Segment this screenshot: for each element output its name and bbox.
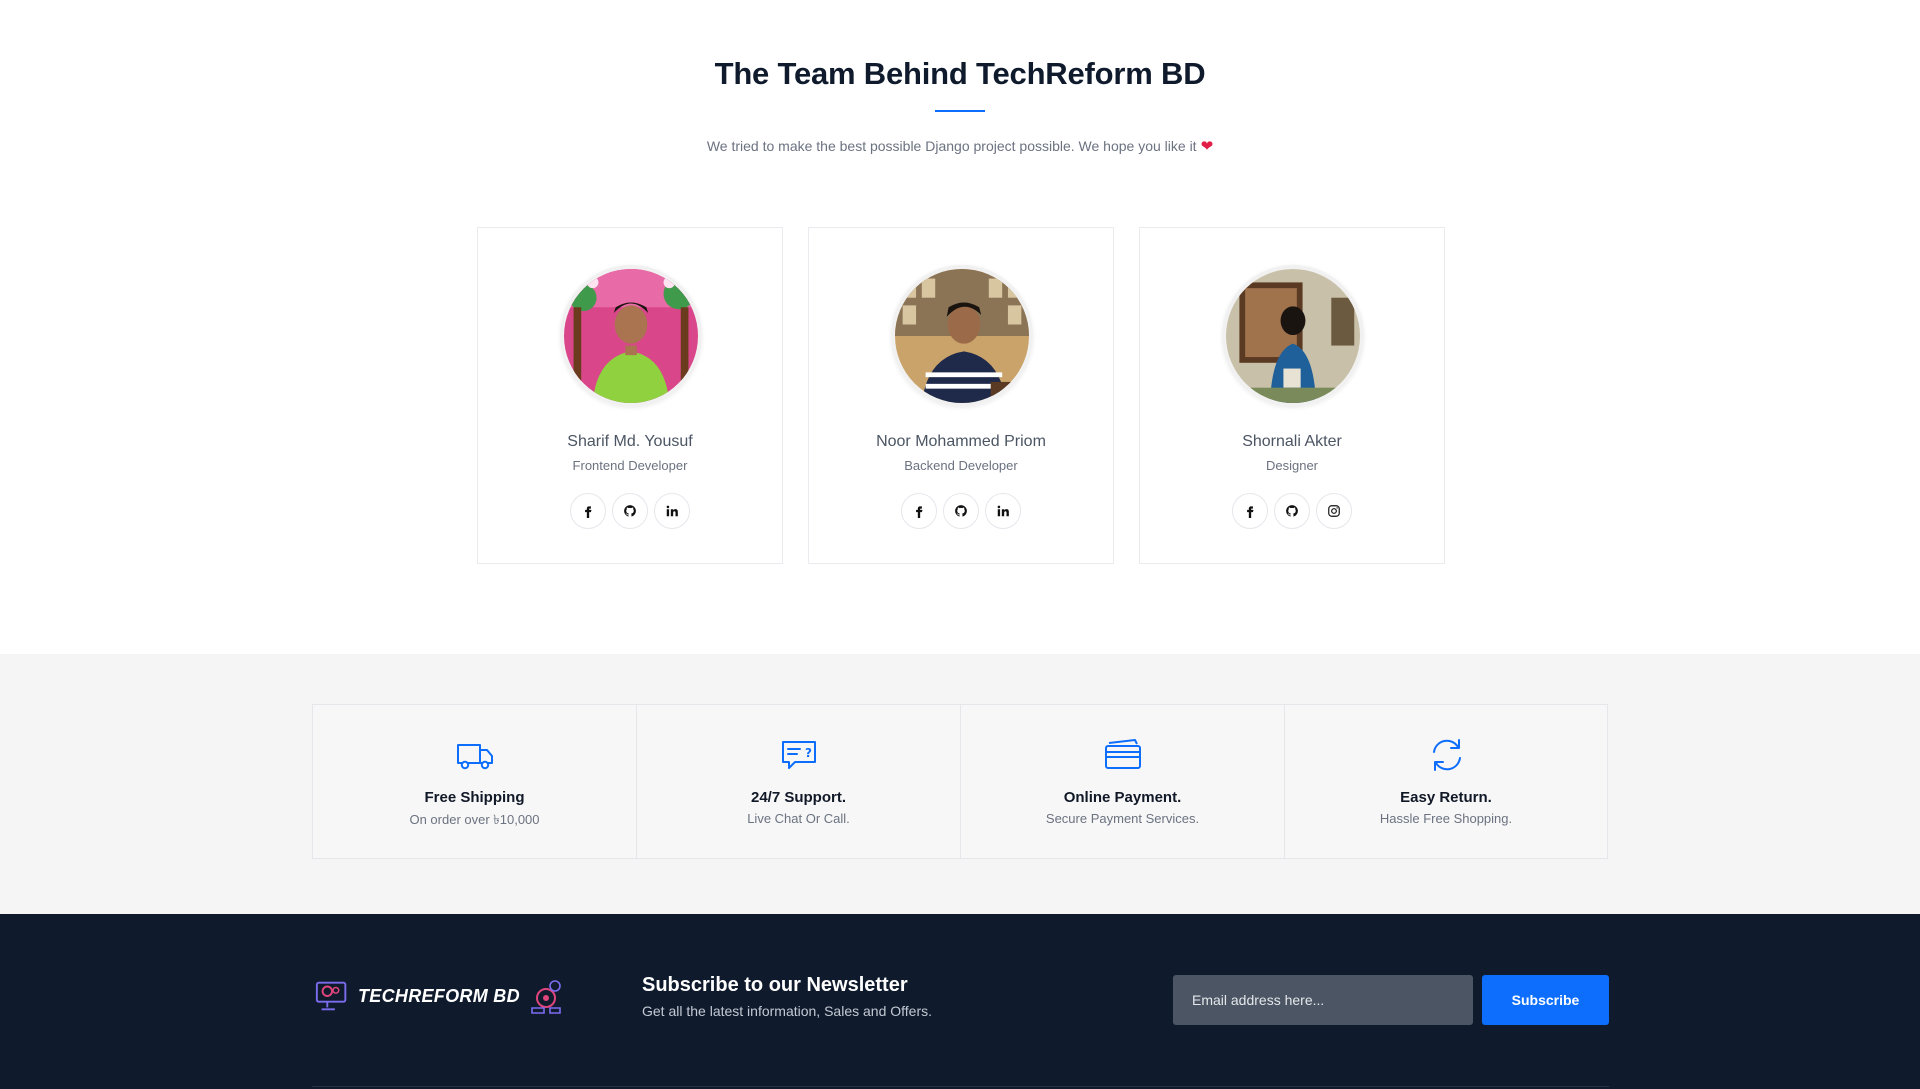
feature-title: Easy Return. bbox=[1400, 789, 1492, 806]
instagram-icon bbox=[1328, 505, 1340, 517]
github-icon bbox=[955, 505, 967, 517]
feature-item: Free Shipping On order over ৳10,000 bbox=[312, 704, 636, 859]
feature-subtitle: Hassle Free Shopping. bbox=[1379, 811, 1513, 826]
avatar bbox=[891, 265, 1033, 407]
team-subtitle: We tried to make the best possible Djang… bbox=[0, 137, 1920, 155]
facebook-icon bbox=[1247, 506, 1254, 518]
truck-icon bbox=[457, 744, 493, 770]
linkedin-icon bbox=[666, 505, 678, 517]
refresh-icon bbox=[1433, 739, 1461, 771]
github-icon bbox=[1286, 505, 1298, 517]
facebook-link[interactable] bbox=[570, 493, 606, 529]
facebook-icon bbox=[585, 506, 592, 518]
github-link[interactable] bbox=[943, 493, 979, 529]
footer-divider bbox=[312, 1086, 1609, 1087]
avatar bbox=[560, 265, 702, 407]
member-name: Sharif Md. Yousuf bbox=[567, 433, 693, 450]
feature-subtitle: Live Chat Or Call. bbox=[747, 811, 850, 826]
linkedin-link[interactable] bbox=[985, 493, 1021, 529]
feature-subtitle: On order over ৳10,000 bbox=[409, 812, 540, 827]
linkedin-icon bbox=[997, 505, 1009, 517]
feature-row: Free Shipping On order over ৳10,000 ? 24… bbox=[312, 704, 1608, 859]
logo-text: TECHREFORM BD bbox=[358, 985, 520, 1006]
svg-text:?: ? bbox=[805, 746, 812, 760]
features-section: Free Shipping On order over ৳10,000 ? 24… bbox=[0, 654, 1920, 914]
feature-subtitle: Secure Payment Services. bbox=[1045, 811, 1200, 826]
logo-gear-icon bbox=[531, 980, 561, 1014]
linkedin-link[interactable] bbox=[654, 493, 690, 529]
member-role: Designer bbox=[1265, 458, 1319, 473]
github-link[interactable] bbox=[1274, 493, 1310, 529]
social-links bbox=[1140, 493, 1444, 529]
facebook-icon bbox=[916, 506, 923, 518]
feature-title: 24/7 Support. bbox=[750, 789, 847, 806]
team-card: Shornali Akter Designer bbox=[1139, 227, 1445, 564]
email-input[interactable] bbox=[1173, 975, 1473, 1025]
subscribe-button[interactable]: Subscribe bbox=[1482, 975, 1609, 1025]
heart-icon: ❤ bbox=[1200, 138, 1214, 155]
feature-title: Free Shipping bbox=[424, 789, 525, 806]
social-links bbox=[478, 493, 782, 529]
avatar-photo bbox=[1226, 269, 1360, 403]
feature-title: Online Payment. bbox=[1063, 789, 1182, 806]
member-name: Shornali Akter bbox=[1242, 433, 1342, 450]
team-section: The Team Behind TechReform BD We tried t… bbox=[0, 0, 1920, 654]
team-card: Noor Mohammed Priom Backend Developer bbox=[808, 227, 1114, 564]
title-divider bbox=[935, 110, 985, 112]
feature-item: ? 24/7 Support. Live Chat Or Call. bbox=[636, 704, 960, 859]
avatar-photo bbox=[564, 269, 698, 403]
team-card: Sharif Md. Yousuf Frontend Developer bbox=[477, 227, 783, 564]
site-logo[interactable]: TECHREFORM BD bbox=[314, 976, 566, 1016]
support-ticket-icon: ? bbox=[782, 741, 816, 769]
github-icon bbox=[624, 505, 636, 517]
social-links bbox=[809, 493, 1113, 529]
avatar-photo bbox=[895, 269, 1029, 403]
newsletter-title: Subscribe to our Newsletter bbox=[642, 974, 908, 996]
newsletter-footer: TECHREFORM BD Subscribe to our Newslette… bbox=[0, 914, 1920, 1089]
github-link[interactable] bbox=[612, 493, 648, 529]
avatar bbox=[1222, 265, 1364, 407]
logo-computer-icon bbox=[315, 981, 347, 1011]
member-name: Noor Mohammed Priom bbox=[876, 433, 1046, 450]
team-cards: Sharif Md. Yousuf Frontend Developer Noo… bbox=[477, 227, 1445, 564]
member-role: Frontend Developer bbox=[572, 458, 688, 473]
newsletter-subtitle: Get all the latest information, Sales an… bbox=[642, 1003, 933, 1019]
feature-item: Online Payment. Secure Payment Services. bbox=[960, 704, 1284, 859]
member-role: Backend Developer bbox=[904, 458, 1018, 473]
instagram-link[interactable] bbox=[1316, 493, 1352, 529]
credit-card-icon bbox=[1105, 739, 1141, 769]
feature-item: Easy Return. Hassle Free Shopping. bbox=[1284, 704, 1608, 859]
team-subtitle-text: We tried to make the best possible Djang… bbox=[706, 138, 1197, 154]
facebook-link[interactable] bbox=[1232, 493, 1268, 529]
facebook-link[interactable] bbox=[901, 493, 937, 529]
team-title: The Team Behind TechReform BD bbox=[714, 56, 1206, 91]
